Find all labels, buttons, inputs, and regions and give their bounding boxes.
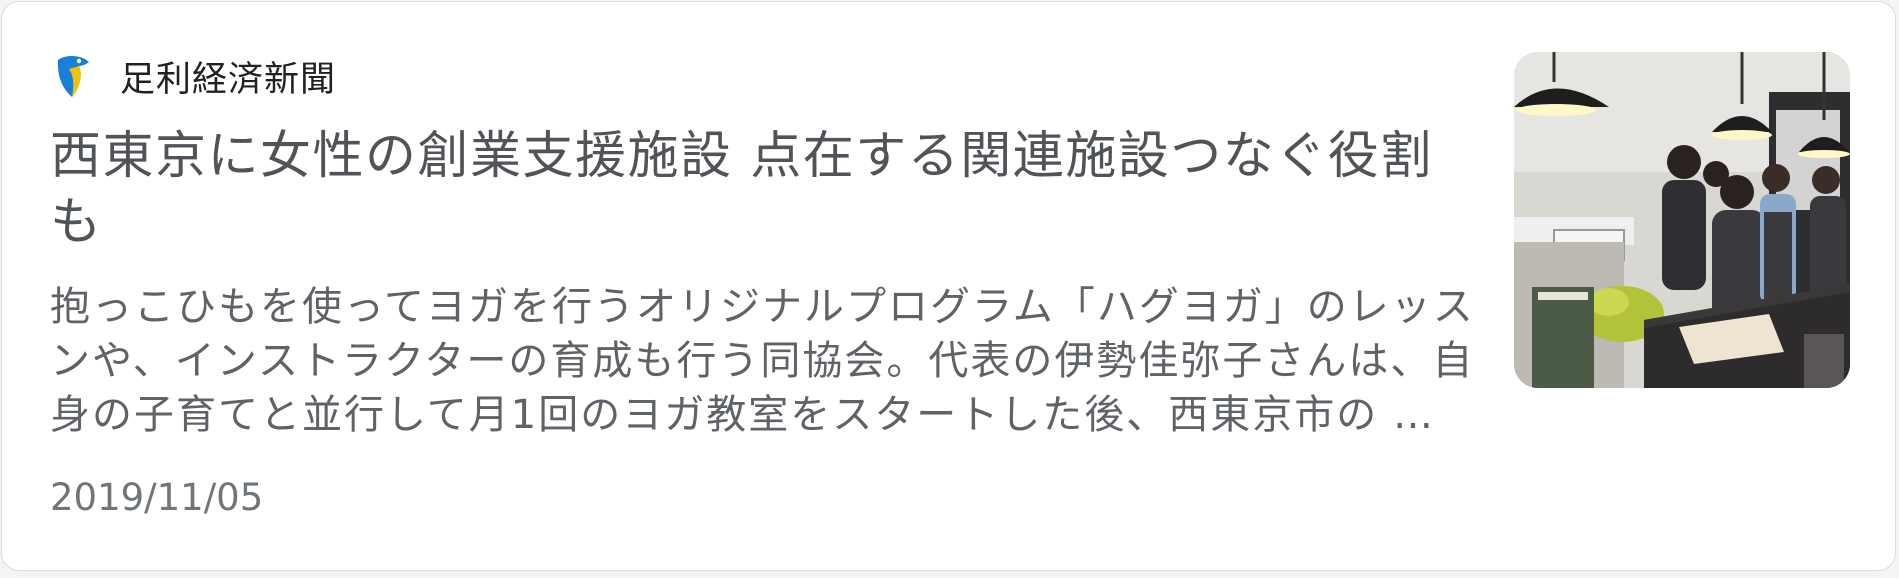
article-headline[interactable]: 西東京に女性の創業支援施設 点在する関連施設つなぐ役割も: [50, 124, 1480, 256]
bird-logo-icon: [57, 56, 89, 97]
thumbnail-photo-illustration: [1514, 52, 1850, 388]
source-name[interactable]: 足利経済新聞: [120, 51, 336, 102]
article-thumbnail-photo[interactable]: [1514, 52, 1850, 388]
news-article-card[interactable]: 足利経済新聞 西東京に女性の創業支援施設 点在する関連施設つなぐ役割も 抱っこひ…: [1, 1, 1896, 571]
publish-date: 2019/11/05: [50, 476, 264, 519]
article-snippet: 抱っこひもを使ってヨガを行うオリジナルプログラム「ハグヨガ」のレッスンや、インス…: [50, 284, 1475, 438]
news-source: 足利経済新聞: [52, 48, 336, 104]
